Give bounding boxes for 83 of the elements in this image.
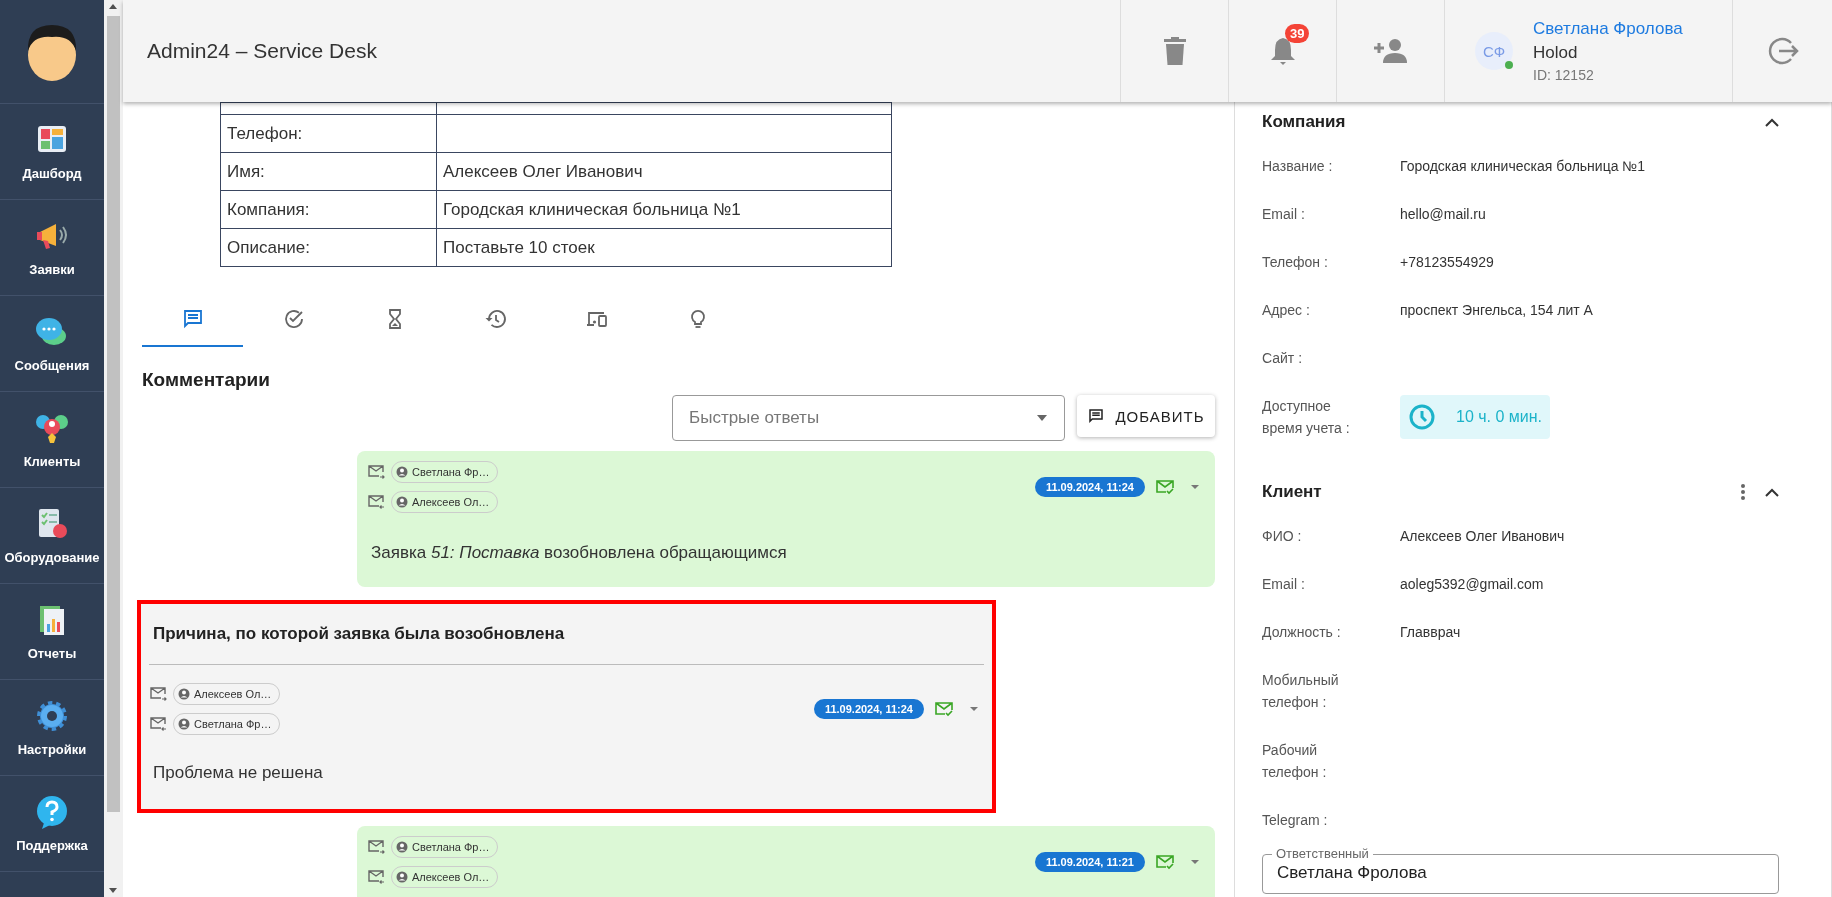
app-title: Admin24 – Service Desk bbox=[147, 39, 377, 63]
dropdown-caret-icon bbox=[1036, 415, 1048, 421]
history-icon bbox=[483, 307, 508, 331]
time-value: 10 ч. 0 мин. bbox=[1456, 408, 1543, 426]
clock-icon bbox=[1408, 403, 1436, 431]
field-label: Email : bbox=[1262, 205, 1306, 224]
mail-icon bbox=[367, 464, 385, 480]
user-id: ID: 12152 bbox=[1533, 67, 1595, 83]
table-cell: Городская клиническая больница №1 bbox=[436, 190, 892, 229]
field-label: Email : bbox=[1262, 575, 1306, 594]
comment-text: Проблема не решена bbox=[152, 763, 324, 783]
bell-icon bbox=[1269, 36, 1296, 66]
field-value: hello@mail.ru bbox=[1400, 206, 1486, 222]
person-icon bbox=[396, 496, 408, 508]
person-icon bbox=[396, 466, 408, 478]
comment-text: Заявка 51: Поставка возобновлена обращающимся bbox=[370, 543, 788, 563]
field-value: +78123554929 bbox=[1400, 254, 1494, 270]
person-icon bbox=[396, 841, 408, 853]
recipient-name: Светлана Фр… bbox=[412, 466, 490, 478]
help-icon bbox=[34, 794, 70, 830]
field-label: Телефон : bbox=[1262, 253, 1329, 272]
notification-badge: 39 bbox=[1285, 24, 1310, 43]
mail-check-icon bbox=[1155, 854, 1175, 870]
table-cell: Телефон: bbox=[220, 114, 437, 153]
section-title: Компания bbox=[1262, 112, 1346, 132]
recipient-name: Алексеев Ол… bbox=[412, 496, 490, 508]
section-title: Комментарии bbox=[141, 369, 271, 391]
mail-check-icon bbox=[934, 701, 954, 717]
field-label: Рабочий телефон : bbox=[1262, 741, 1328, 782]
field-label: Название : bbox=[1262, 157, 1334, 176]
recipient-name: Алексеев Ол… bbox=[412, 871, 490, 883]
avatar-initials: СФ bbox=[1482, 42, 1506, 60]
logout-icon bbox=[1766, 35, 1799, 67]
field-label: ФИО : bbox=[1262, 527, 1303, 546]
add-button[interactable]: ДОБАВИТЬ bbox=[1077, 395, 1215, 437]
scrollbar[interactable] bbox=[104, 0, 123, 897]
mail-icon bbox=[367, 839, 385, 855]
mail-icon bbox=[149, 686, 167, 702]
field-label: Доступное время учета : bbox=[1262, 397, 1351, 438]
field-value: проспект Энгельса, 154 лит А bbox=[1400, 302, 1593, 318]
quick-replies-dropdown[interactable]: Быстрые ответы bbox=[672, 395, 1065, 441]
trash-icon bbox=[1163, 37, 1186, 65]
add-user-icon bbox=[1373, 39, 1408, 63]
field-label: Мобильный телефон : bbox=[1262, 671, 1340, 712]
gear-icon bbox=[34, 698, 70, 734]
user-name[interactable]: Светлана Фролова bbox=[1533, 19, 1683, 39]
field-label: Ответственный bbox=[1272, 846, 1373, 861]
field-label: Адрес : bbox=[1262, 301, 1311, 320]
field-value: Алексеев Олег Иванович bbox=[1400, 528, 1565, 544]
user-company: Holod bbox=[1533, 43, 1579, 63]
notifications-button[interactable]: 39 bbox=[1228, 0, 1336, 102]
section-title: Клиент bbox=[1262, 482, 1322, 502]
person-icon bbox=[396, 871, 408, 883]
mail-icon bbox=[367, 869, 385, 885]
chevron-icon[interactable] bbox=[1765, 487, 1779, 497]
field-label: Должность : bbox=[1262, 623, 1342, 642]
table-cell: Поставьте 10 стоек bbox=[436, 228, 892, 267]
person-icon bbox=[178, 688, 190, 700]
field-value: aoleg5392@gmail.com bbox=[1400, 576, 1544, 592]
chevron-icon[interactable] bbox=[1765, 117, 1779, 127]
comment-icon bbox=[1087, 407, 1106, 425]
table-cell: Описание: bbox=[220, 228, 437, 267]
placeholder-text: Быстрые ответы bbox=[689, 408, 820, 428]
field-value: Главврач bbox=[1400, 624, 1461, 640]
recipient-name: Светлана Фр… bbox=[194, 718, 272, 730]
person-icon bbox=[178, 718, 190, 730]
reason-title: Причина, по которой заявка была возобновлена bbox=[149, 620, 984, 665]
field-label: Telegram : bbox=[1262, 811, 1329, 830]
table-cell: Алексеев Олег Иванович bbox=[436, 152, 892, 191]
mail-icon bbox=[367, 494, 385, 510]
field-label: Сайт : bbox=[1262, 349, 1304, 368]
date-badge: 11.09.2024, 11:21 bbox=[1034, 852, 1145, 872]
date-badge: 11.09.2024, 11:24 bbox=[1034, 477, 1145, 497]
recipient-name: Светлана Фр… bbox=[412, 841, 490, 853]
field-value: Городская клиническая больница №1 bbox=[1400, 158, 1646, 174]
table-cell: Имя: bbox=[220, 152, 437, 191]
mail-check-icon bbox=[1155, 479, 1175, 495]
more-icon[interactable] bbox=[1741, 484, 1745, 500]
date-badge: 11.09.2024, 11:24 bbox=[813, 699, 924, 719]
table-cell: Компания: bbox=[220, 190, 437, 229]
mail-icon bbox=[149, 716, 167, 732]
recipient-name: Алексеев Ол… bbox=[194, 688, 272, 700]
field-value: Светлана Фролова bbox=[1277, 863, 1427, 882]
